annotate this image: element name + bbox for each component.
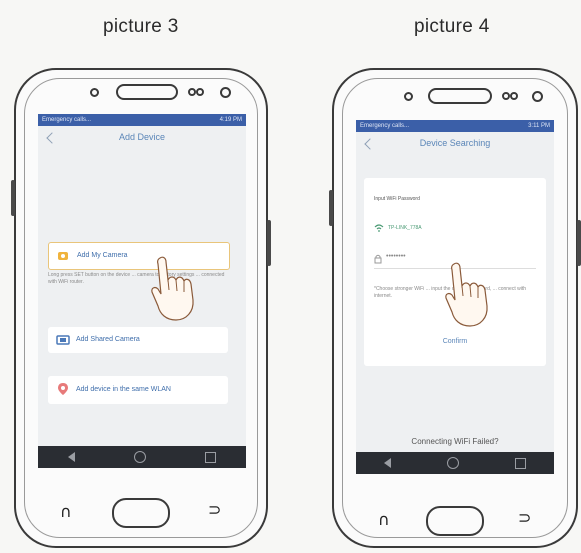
front-sensor bbox=[510, 92, 518, 100]
wifi-icon bbox=[374, 224, 384, 232]
location-pin-icon bbox=[58, 383, 68, 395]
side-button bbox=[267, 220, 271, 266]
hardware-home-button[interactable] bbox=[426, 506, 484, 536]
front-camera bbox=[220, 87, 231, 98]
caption-picture-4: picture 4 bbox=[414, 16, 490, 37]
nav-recents-icon[interactable] bbox=[515, 457, 526, 469]
phone-left: Emergency calls... 4:19 PM Add Device Ad… bbox=[11, 68, 271, 548]
shared-camera-icon bbox=[56, 335, 70, 345]
side-button bbox=[577, 220, 581, 266]
password-mask: •••••••• bbox=[386, 253, 406, 260]
add-my-camera-label: Add My Camera bbox=[77, 252, 128, 259]
hardware-back-key[interactable]: ∩ bbox=[378, 510, 390, 529]
screen: Emergency calls... 3:11 PM Device Search… bbox=[356, 120, 554, 474]
hardware-menu-key[interactable]: ⊃ bbox=[208, 500, 221, 519]
android-nav-bar bbox=[356, 452, 554, 474]
hardware-back-key[interactable]: ∩ bbox=[60, 502, 72, 521]
confirm-button[interactable]: Confirm bbox=[364, 338, 546, 345]
status-time: 3:11 PM bbox=[528, 123, 550, 129]
page-title: Device Searching bbox=[419, 138, 491, 148]
status-bar: Emergency calls... 4:19 PM bbox=[38, 114, 246, 126]
hardware-menu-key[interactable]: ⊃ bbox=[518, 508, 531, 527]
add-same-wlan-label: Add device in the same WLAN bbox=[76, 386, 171, 393]
title-bar: Device Searching bbox=[356, 132, 554, 166]
page-title: Add Device bbox=[118, 132, 166, 142]
phone-right: Emergency calls... 3:11 PM Device Search… bbox=[329, 68, 581, 548]
front-sensor bbox=[196, 88, 204, 96]
android-nav-bar bbox=[38, 446, 246, 468]
connecting-wifi-failed-link[interactable]: Connecting WiFi Failed? bbox=[356, 437, 554, 446]
hardware-home-button[interactable] bbox=[112, 498, 170, 528]
front-sensor bbox=[90, 88, 99, 97]
screen: Emergency calls... 4:19 PM Add Device Ad… bbox=[38, 114, 246, 468]
side-button bbox=[11, 180, 15, 216]
status-bar: Emergency calls... 3:11 PM bbox=[356, 120, 554, 132]
wifi-row[interactable]: TP-LINK_778A bbox=[374, 222, 536, 238]
title-bar: Add Device bbox=[38, 126, 246, 160]
nav-recents-icon[interactable] bbox=[205, 451, 217, 463]
front-sensor bbox=[188, 88, 196, 96]
caption-picture-3: picture 3 bbox=[103, 16, 179, 37]
add-device-same-wlan-button[interactable]: Add device in the same WLAN bbox=[48, 376, 228, 404]
input-label: Input WiFi Password bbox=[374, 196, 420, 202]
front-sensor bbox=[404, 92, 413, 101]
status-carrier: Emergency calls... bbox=[42, 117, 92, 123]
front-camera bbox=[532, 91, 543, 102]
pointing-hand-icon bbox=[445, 262, 488, 327]
speaker-grille bbox=[116, 84, 178, 100]
camera-icon bbox=[58, 252, 68, 260]
nav-back-icon[interactable] bbox=[67, 452, 75, 462]
front-sensor bbox=[502, 92, 510, 100]
nav-home-icon[interactable] bbox=[133, 451, 146, 463]
add-shared-camera-button[interactable]: Add Shared Camera bbox=[48, 327, 228, 353]
wifi-ssid: TP-LINK_778A bbox=[388, 225, 422, 231]
status-carrier: Emergency calls... bbox=[360, 123, 410, 129]
nav-home-icon[interactable] bbox=[447, 457, 459, 469]
speaker-grille bbox=[428, 88, 492, 104]
status-time: 4:19 PM bbox=[219, 117, 242, 123]
lock-icon bbox=[374, 254, 382, 264]
pointing-hand-icon bbox=[151, 256, 194, 321]
add-shared-camera-label: Add Shared Camera bbox=[76, 336, 140, 343]
nav-back-icon[interactable] bbox=[384, 458, 391, 468]
side-button bbox=[329, 190, 333, 226]
